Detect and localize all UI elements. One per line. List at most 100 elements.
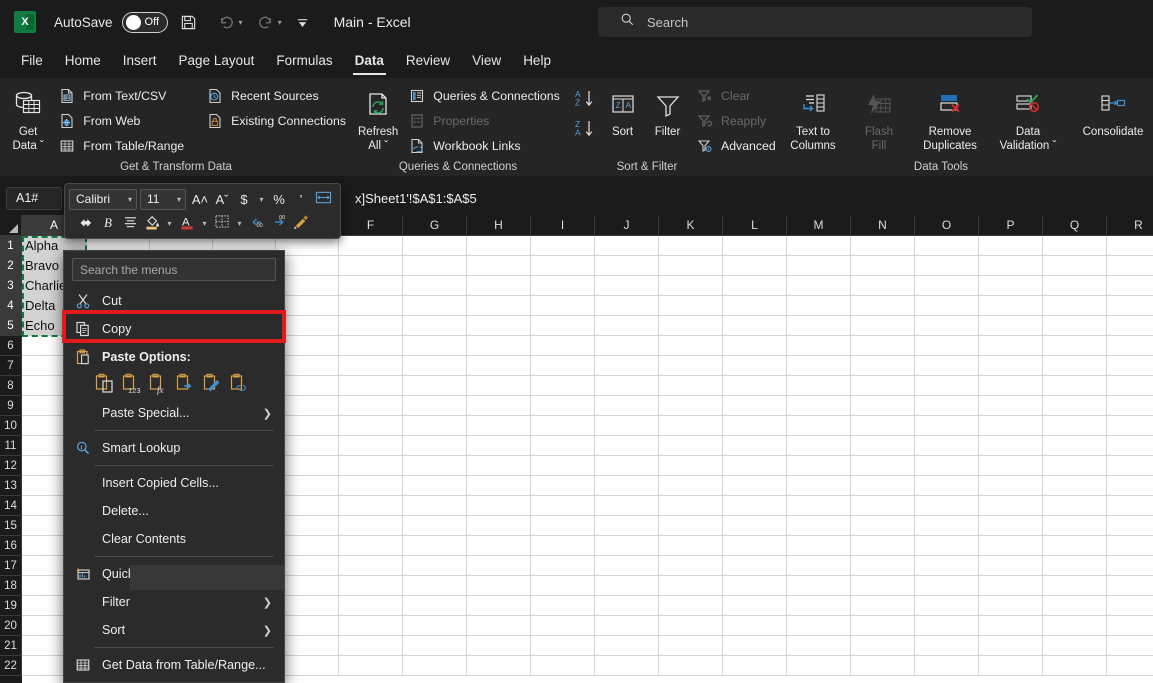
- cell-o22[interactable]: [915, 656, 979, 676]
- context-menu-item-clear-contents[interactable]: Clear Contents: [64, 525, 284, 553]
- cell-o19[interactable]: [915, 596, 979, 616]
- context-menu-item-paste-special[interactable]: Paste Special... ❯: [64, 399, 284, 427]
- cell-r7[interactable]: [1107, 356, 1153, 376]
- text-to-columns-button[interactable]: Text to Columns: [782, 83, 844, 153]
- cell-p20[interactable]: [979, 616, 1043, 636]
- cell-r10[interactable]: [1107, 416, 1153, 436]
- cell-m20[interactable]: [787, 616, 851, 636]
- cell-l17[interactable]: [723, 556, 787, 576]
- cell-g15[interactable]: [403, 516, 467, 536]
- cell-h15[interactable]: [467, 516, 531, 536]
- cell-i22[interactable]: [531, 656, 595, 676]
- redo-icon[interactable]: [251, 8, 281, 36]
- cell-q8[interactable]: [1043, 376, 1107, 396]
- menu-search-input[interactable]: Search the menus: [72, 258, 276, 281]
- cell-n16[interactable]: [851, 536, 915, 556]
- cell-e2[interactable]: [276, 256, 339, 276]
- cell-k19[interactable]: [659, 596, 723, 616]
- cell-i17[interactable]: [531, 556, 595, 576]
- cell-k4[interactable]: [659, 296, 723, 316]
- existing-connections-button[interactable]: Existing Connections: [200, 108, 352, 133]
- cell-f18[interactable]: [339, 576, 403, 596]
- row-header-9[interactable]: 9: [0, 396, 22, 416]
- cell-p16[interactable]: [979, 536, 1043, 556]
- cell-e12[interactable]: [276, 456, 339, 476]
- cell-p8[interactable]: [979, 376, 1043, 396]
- cell-r3[interactable]: [1107, 276, 1153, 296]
- cell-k11[interactable]: [659, 436, 723, 456]
- fill-color-button[interactable]: [141, 212, 163, 234]
- cell-r5[interactable]: [1107, 316, 1153, 336]
- accounting-format-chevron-down-icon[interactable]: ▾: [255, 188, 268, 210]
- cell-k2[interactable]: [659, 256, 723, 276]
- remove-duplicates-button[interactable]: Remove Duplicates: [914, 83, 986, 153]
- recent-sources-button[interactable]: Recent Sources: [200, 83, 352, 108]
- row-header-17[interactable]: 17: [0, 556, 22, 576]
- cell-o12[interactable]: [915, 456, 979, 476]
- cell-e15[interactable]: [276, 516, 339, 536]
- cell-q21[interactable]: [1043, 636, 1107, 656]
- cell-n11[interactable]: [851, 436, 915, 456]
- cell-o3[interactable]: [915, 276, 979, 296]
- sort-descending-button[interactable]: ZA: [570, 116, 600, 146]
- tab-home[interactable]: Home: [54, 50, 112, 72]
- cell-p11[interactable]: [979, 436, 1043, 456]
- cell-j4[interactable]: [595, 296, 659, 316]
- cell-k16[interactable]: [659, 536, 723, 556]
- cell-p1[interactable]: [979, 236, 1043, 256]
- cell-r16[interactable]: [1107, 536, 1153, 556]
- tab-data[interactable]: Data: [344, 50, 395, 75]
- advanced-filter-button[interactable]: Advanced: [690, 133, 782, 158]
- cell-l22[interactable]: [723, 656, 787, 676]
- align-center-button[interactable]: [119, 212, 141, 234]
- search-box[interactable]: Search: [598, 7, 1032, 37]
- customize-quick-access-toolbar-icon[interactable]: [288, 8, 318, 36]
- cell-k22[interactable]: [659, 656, 723, 676]
- cell-l10[interactable]: [723, 416, 787, 436]
- cell-k14[interactable]: [659, 496, 723, 516]
- cell-o18[interactable]: [915, 576, 979, 596]
- cell-m1[interactable]: [787, 236, 851, 256]
- cell-i18[interactable]: [531, 576, 595, 596]
- cell-q19[interactable]: [1043, 596, 1107, 616]
- row-header-13[interactable]: 13: [0, 476, 22, 496]
- cell-f9[interactable]: [339, 396, 403, 416]
- cell-i11[interactable]: [531, 436, 595, 456]
- cell-e6[interactable]: [276, 336, 339, 356]
- row-header-5[interactable]: 5: [0, 316, 22, 336]
- cell-q17[interactable]: [1043, 556, 1107, 576]
- cell-m8[interactable]: [787, 376, 851, 396]
- cell-n22[interactable]: [851, 656, 915, 676]
- cell-g5[interactable]: [403, 316, 467, 336]
- cell-g6[interactable]: [403, 336, 467, 356]
- cell-g18[interactable]: [403, 576, 467, 596]
- cell-j5[interactable]: [595, 316, 659, 336]
- row-header-6[interactable]: 6: [0, 336, 22, 356]
- filter-button[interactable]: Filter: [645, 83, 690, 139]
- cell-n10[interactable]: [851, 416, 915, 436]
- cell-h2[interactable]: [467, 256, 531, 276]
- cell-e16[interactable]: [276, 536, 339, 556]
- tab-view[interactable]: View: [461, 50, 512, 72]
- cell-j12[interactable]: [595, 456, 659, 476]
- cell-e19[interactable]: [276, 596, 339, 616]
- cell-r2[interactable]: [1107, 256, 1153, 276]
- font-color-button[interactable]: A: [176, 212, 198, 234]
- cell-m10[interactable]: [787, 416, 851, 436]
- cell-q22[interactable]: [1043, 656, 1107, 676]
- cell-g12[interactable]: [403, 456, 467, 476]
- cell-j3[interactable]: [595, 276, 659, 296]
- column-header-h[interactable]: H: [467, 215, 531, 236]
- cell-j6[interactable]: [595, 336, 659, 356]
- font-name-combo[interactable]: Calibri ▾: [69, 188, 137, 210]
- cell-q4[interactable]: [1043, 296, 1107, 316]
- data-validation-button[interactable]: Data Validation ˇ: [990, 83, 1066, 153]
- cell-g20[interactable]: [403, 616, 467, 636]
- cell-k1[interactable]: [659, 236, 723, 256]
- cell-g8[interactable]: [403, 376, 467, 396]
- cell-r19[interactable]: [1107, 596, 1153, 616]
- cell-h8[interactable]: [467, 376, 531, 396]
- cell-q13[interactable]: [1043, 476, 1107, 496]
- cell-m21[interactable]: [787, 636, 851, 656]
- cell-g1[interactable]: [403, 236, 467, 256]
